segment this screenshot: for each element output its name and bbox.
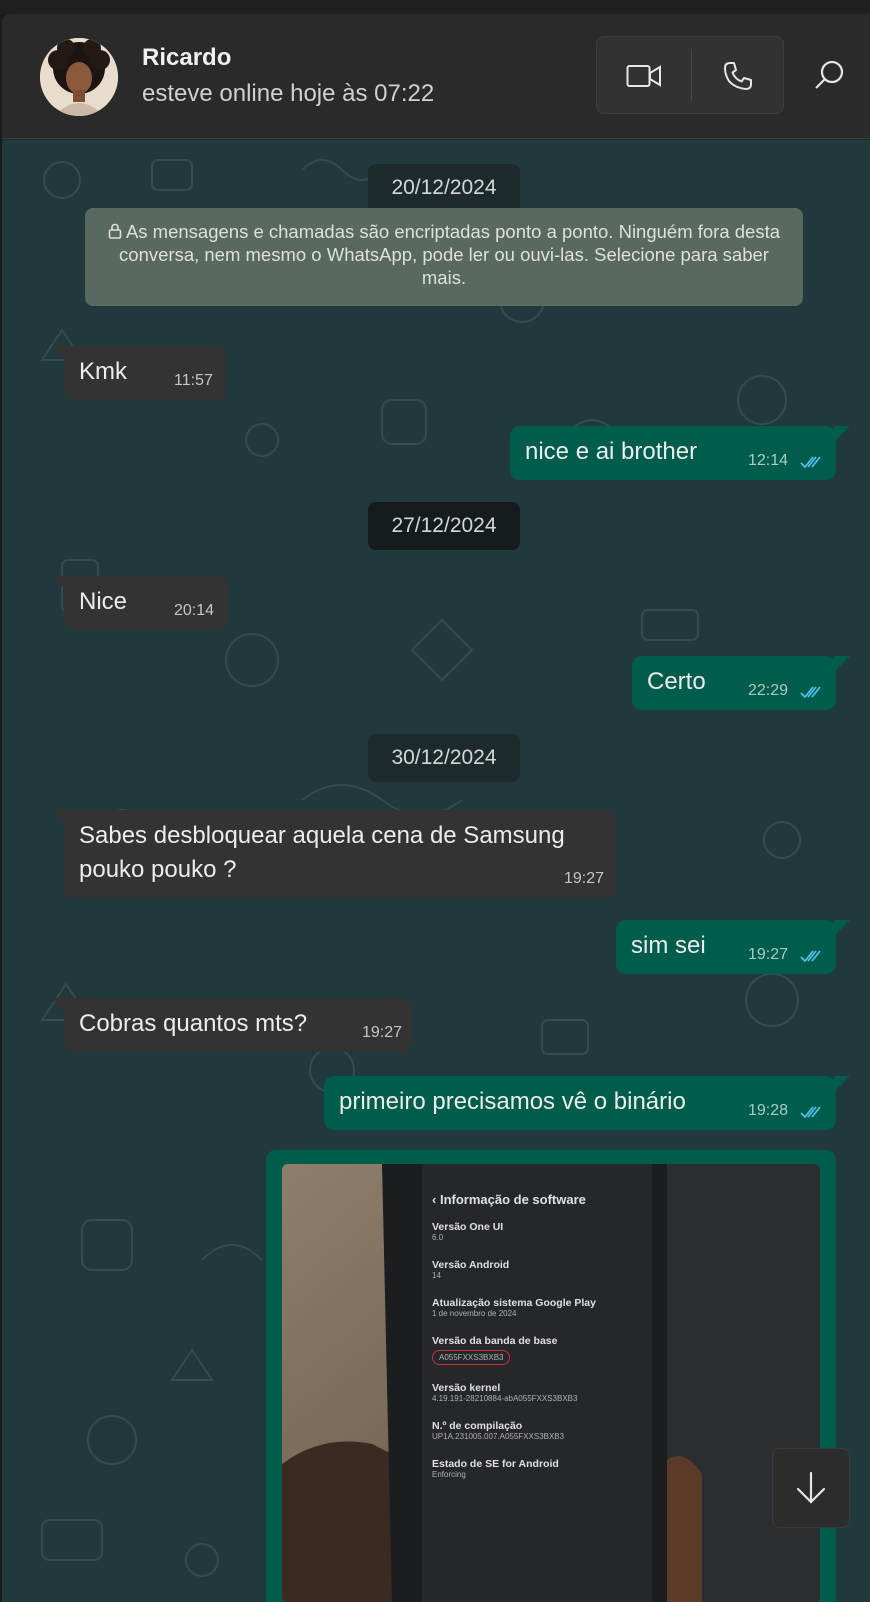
back-arrow-icon: ‹ [432, 1192, 440, 1207]
encryption-notice-text: As mensagens e chamadas são encriptadas … [119, 221, 781, 288]
settings-row-value-circled: A055FXXS3BXB3 [432, 1350, 511, 1365]
message-time: 12:14 [748, 452, 789, 469]
lock-icon [108, 223, 122, 239]
settings-row-label: Versão Android [432, 1259, 510, 1271]
settings-row-value: 14 [432, 1271, 441, 1280]
message-time: 19:27 [748, 946, 789, 963]
incoming-message[interactable]: Sabes desbloquear aquela cena de Samsung… [64, 810, 616, 898]
window-top-strip [0, 0, 870, 14]
settings-row: Versão da banda de base A055FXXS3BXB3 [432, 1335, 652, 1365]
message-time: 19:27 [564, 870, 605, 887]
message-text: primeiro precisamos vê o binário [339, 1088, 686, 1115]
outgoing-message[interactable]: primeiro precisamos vê o binário 19:28 [324, 1076, 836, 1130]
message-time: 22:29 [748, 682, 789, 699]
chat-window: Ricardo esteve online hoje às 07:22 20/1… [2, 14, 870, 1602]
chat-header: Ricardo esteve online hoje às 07:22 [2, 14, 870, 139]
date-separator: 20/12/2024 [368, 164, 520, 212]
settings-row-label: Versão One UI [432, 1221, 504, 1233]
last-seen-status: esteve online hoje às 07:22 [142, 80, 435, 107]
message-text: Cobras quantos mts? [79, 1010, 308, 1037]
incoming-message[interactable]: Nice 20:14 [64, 576, 228, 630]
settings-row: Estado de SE for Android Enforcing [432, 1458, 652, 1479]
message-time: 20:14 [174, 602, 215, 619]
date-separator: 27/12/2024 [368, 502, 520, 550]
settings-row-label: N.º de compilação [432, 1420, 523, 1432]
outgoing-message[interactable]: nice e ai brother 12:14 [510, 426, 836, 480]
date-separator: 30/12/2024 [368, 734, 520, 782]
search-icon [815, 60, 844, 89]
read-receipt-icon [800, 686, 821, 698]
outgoing-image-message[interactable]: ‹ Informação de software Versão One UI 6.… [266, 1150, 836, 1602]
contact-name[interactable]: Ricardo [142, 44, 231, 72]
settings-row: Versão Android 14 [432, 1259, 652, 1280]
read-receipt-icon [800, 456, 821, 468]
read-receipt-icon [800, 1106, 821, 1118]
message-text: nice e ai brother [525, 438, 698, 465]
message-time: 19:27 [362, 1024, 403, 1041]
message-list[interactable]: 20/12/2024 As mensagens e chamadas são e… [2, 140, 870, 1602]
search-button[interactable] [810, 56, 850, 96]
image-attachment[interactable]: ‹ Informação de software Versão One UI 6.… [282, 1164, 820, 1602]
incoming-message[interactable]: Kmk 11:57 [64, 346, 226, 400]
outgoing-message[interactable]: Certo 22:29 [632, 656, 836, 710]
incoming-message[interactable]: Cobras quantos mts? 19:27 [64, 998, 412, 1052]
settings-row-value: UP1A.231005.007.A055FXXS3BXB3 [432, 1432, 565, 1441]
message-text: Sabes desbloquear aquela cena de Samsung… [79, 822, 565, 883]
video-call-button[interactable] [597, 37, 691, 115]
settings-row-value: 4.19.191-28210884-abA055FXXS3BXB3 [432, 1394, 578, 1403]
settings-row: Versão One UI 6.0 [432, 1221, 652, 1242]
video-call-icon [626, 65, 661, 87]
scroll-to-bottom-button[interactable] [772, 1448, 850, 1528]
message-time: 11:57 [174, 372, 213, 389]
read-receipt-icon [800, 950, 821, 962]
message-text: Kmk [79, 358, 127, 385]
settings-row-value: Enforcing [432, 1470, 466, 1479]
message-text: Nice [79, 588, 128, 615]
call-buttons-group [596, 36, 784, 114]
settings-title-text: Informação de software [439, 1192, 586, 1207]
message-text: sim sei [631, 932, 706, 959]
settings-row-value: 1 de novembro de 2024 [432, 1309, 517, 1318]
message-time: 19:28 [748, 1102, 789, 1119]
message-text: Certo [647, 668, 706, 695]
screenshot-settings-panel: ‹ Informação de software Versão One UI 6.… [432, 1192, 652, 1479]
outgoing-message[interactable]: sim sei 19:27 [616, 920, 836, 974]
encryption-notice[interactable]: As mensagens e chamadas são encriptadas … [85, 208, 803, 306]
settings-row: N.º de compilação UP1A.231005.007.A055FXX… [432, 1420, 652, 1441]
settings-row-label: Estado de SE for Android [432, 1458, 559, 1470]
arrow-down-icon [796, 1471, 826, 1504]
voice-call-button[interactable] [691, 37, 785, 115]
settings-row-label: Versão da banda de base [432, 1335, 558, 1347]
settings-row-value: 6.0 [432, 1233, 444, 1242]
settings-row: Atualização sistema Google Play 1 de nove… [432, 1297, 652, 1318]
voice-call-icon [724, 62, 752, 90]
settings-row-label: Atualização sistema Google Play [432, 1297, 596, 1309]
settings-row-label: Versão kernel [432, 1382, 501, 1394]
settings-title: ‹ Informação de software [432, 1192, 652, 1207]
avatar[interactable] [40, 38, 118, 116]
settings-row: Versão kernel 4.19.191-28210884-abA055FXX… [432, 1382, 652, 1403]
